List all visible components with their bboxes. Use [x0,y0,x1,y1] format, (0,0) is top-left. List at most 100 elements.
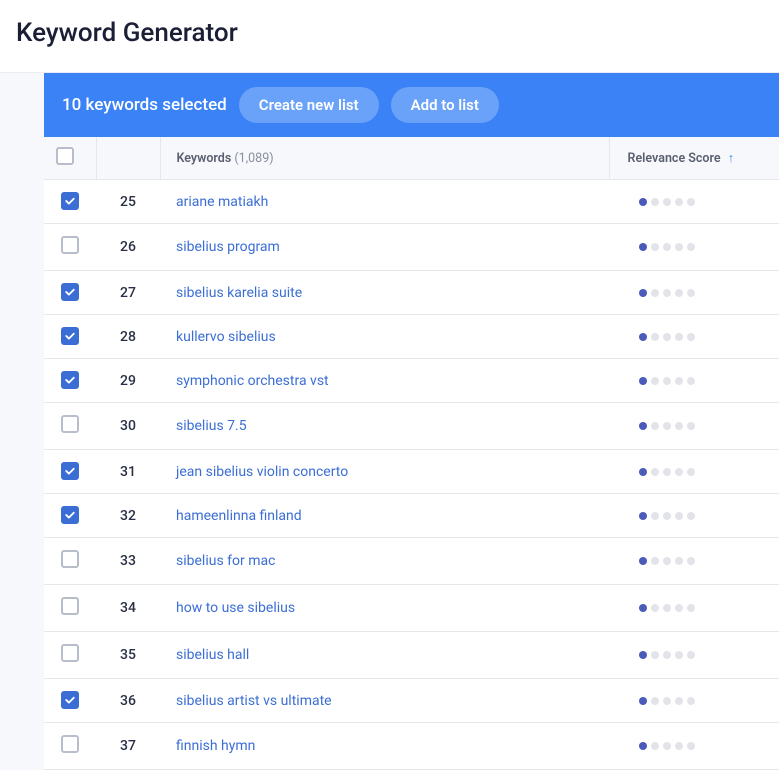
table-row: 37finnish hymn [44,723,779,770]
keyword-link[interactable]: hameenlinna finland [176,508,302,524]
row-checkbox[interactable] [61,735,79,753]
keyword-link[interactable]: ariane matiakh [176,194,268,210]
dot-empty-icon [651,243,659,251]
relevance-dots [639,697,695,705]
relevance-score [609,723,779,770]
relevance-score [609,271,779,315]
dot-empty-icon [651,468,659,476]
dot-empty-icon [651,697,659,705]
row-number: 35 [96,632,160,679]
check-icon [64,195,76,207]
row-checkbox[interactable] [61,506,79,524]
relevance-dots [639,422,695,430]
dot-filled-icon [639,651,647,659]
keyword-link[interactable]: sibelius 7.5 [176,418,247,434]
relevance-score [609,180,779,224]
dot-empty-icon [675,468,683,476]
row-checkbox[interactable] [61,550,79,568]
row-number: 33 [96,538,160,585]
add-to-list-button[interactable]: Add to list [391,87,499,123]
keyword-link[interactable]: how to use sibelius [176,600,295,616]
dot-empty-icon [687,333,695,341]
row-checkbox[interactable] [61,415,79,433]
dot-empty-icon [687,512,695,520]
row-checkbox[interactable] [61,691,79,709]
dot-filled-icon [639,377,647,385]
relevance-score [609,359,779,403]
dot-empty-icon [675,604,683,612]
row-checkbox[interactable] [61,192,79,210]
dot-empty-icon [663,651,671,659]
dot-empty-icon [663,198,671,206]
relevance-dots [639,604,695,612]
relevance-dots [639,557,695,565]
keyword-link[interactable]: jean sibelius violin concerto [176,464,348,480]
row-checkbox[interactable] [61,371,79,389]
relevance-dots [639,243,695,251]
check-icon [64,330,76,342]
dot-empty-icon [663,557,671,565]
relevance-dots [639,468,695,476]
relevance-score [609,224,779,271]
dot-empty-icon [663,377,671,385]
keywords-table: Keywords (1,089) Relevance Score ↑ 25ari… [44,137,779,770]
dot-empty-icon [675,697,683,705]
row-number: 31 [96,450,160,494]
dot-empty-icon [651,512,659,520]
relevance-dots [639,742,695,750]
dot-empty-icon [663,243,671,251]
row-checkbox[interactable] [61,327,79,345]
dot-empty-icon [663,697,671,705]
keyword-link[interactable]: sibelius program [176,239,280,255]
keyword-link[interactable]: sibelius for mac [176,553,275,569]
dot-filled-icon [639,333,647,341]
keyword-link[interactable]: sibelius hall [176,647,249,663]
row-checkbox[interactable] [61,644,79,662]
dot-empty-icon [663,289,671,297]
dot-filled-icon [639,243,647,251]
select-all-checkbox[interactable] [56,147,74,165]
dot-empty-icon [651,742,659,750]
table-row: 35 sibelius hall [44,632,779,679]
row-checkbox[interactable] [61,283,79,301]
table-row: 29symphonic orchestra vst [44,359,779,403]
row-checkbox[interactable] [61,462,79,480]
page-title: Keyword Generator [0,0,779,73]
dot-empty-icon [675,557,683,565]
dot-filled-icon [639,422,647,430]
check-icon [64,286,76,298]
relevance-score [609,538,779,585]
relevance-dots [639,333,695,341]
dot-empty-icon [675,243,683,251]
create-new-list-button[interactable]: Create new list [239,87,379,123]
check-icon [64,694,76,706]
relevance-dots [639,651,695,659]
row-number: 30 [96,403,160,450]
selected-count-text: 10 keywords selected [62,95,227,115]
keyword-link[interactable]: kullervo sibelius [176,329,276,345]
dot-empty-icon [687,198,695,206]
keyword-link[interactable]: symphonic orchestra vst [176,373,329,389]
check-icon [64,465,76,477]
dot-filled-icon [639,604,647,612]
keyword-link[interactable]: sibelius artist vs ultimate [176,693,332,709]
column-relevance-header[interactable]: Relevance Score ↑ [609,137,779,180]
dot-empty-icon [687,604,695,612]
column-keywords-header[interactable]: Keywords (1,089) [160,137,609,180]
keyword-link[interactable]: finnish hymn [176,738,255,754]
row-number: 34 [96,585,160,632]
table-row: 30 sibelius 7.5 [44,403,779,450]
dot-empty-icon [687,651,695,659]
row-number: 28 [96,315,160,359]
dot-empty-icon [687,697,695,705]
table-row: 32 hameenlinna finland [44,494,779,538]
row-checkbox[interactable] [61,236,79,254]
row-number: 32 [96,494,160,538]
relevance-score [609,494,779,538]
row-number: 36 [96,679,160,723]
dot-empty-icon [675,742,683,750]
relevance-dots [639,289,695,297]
dot-empty-icon [675,377,683,385]
keyword-link[interactable]: sibelius karelia suite [176,285,302,301]
row-checkbox[interactable] [61,597,79,615]
